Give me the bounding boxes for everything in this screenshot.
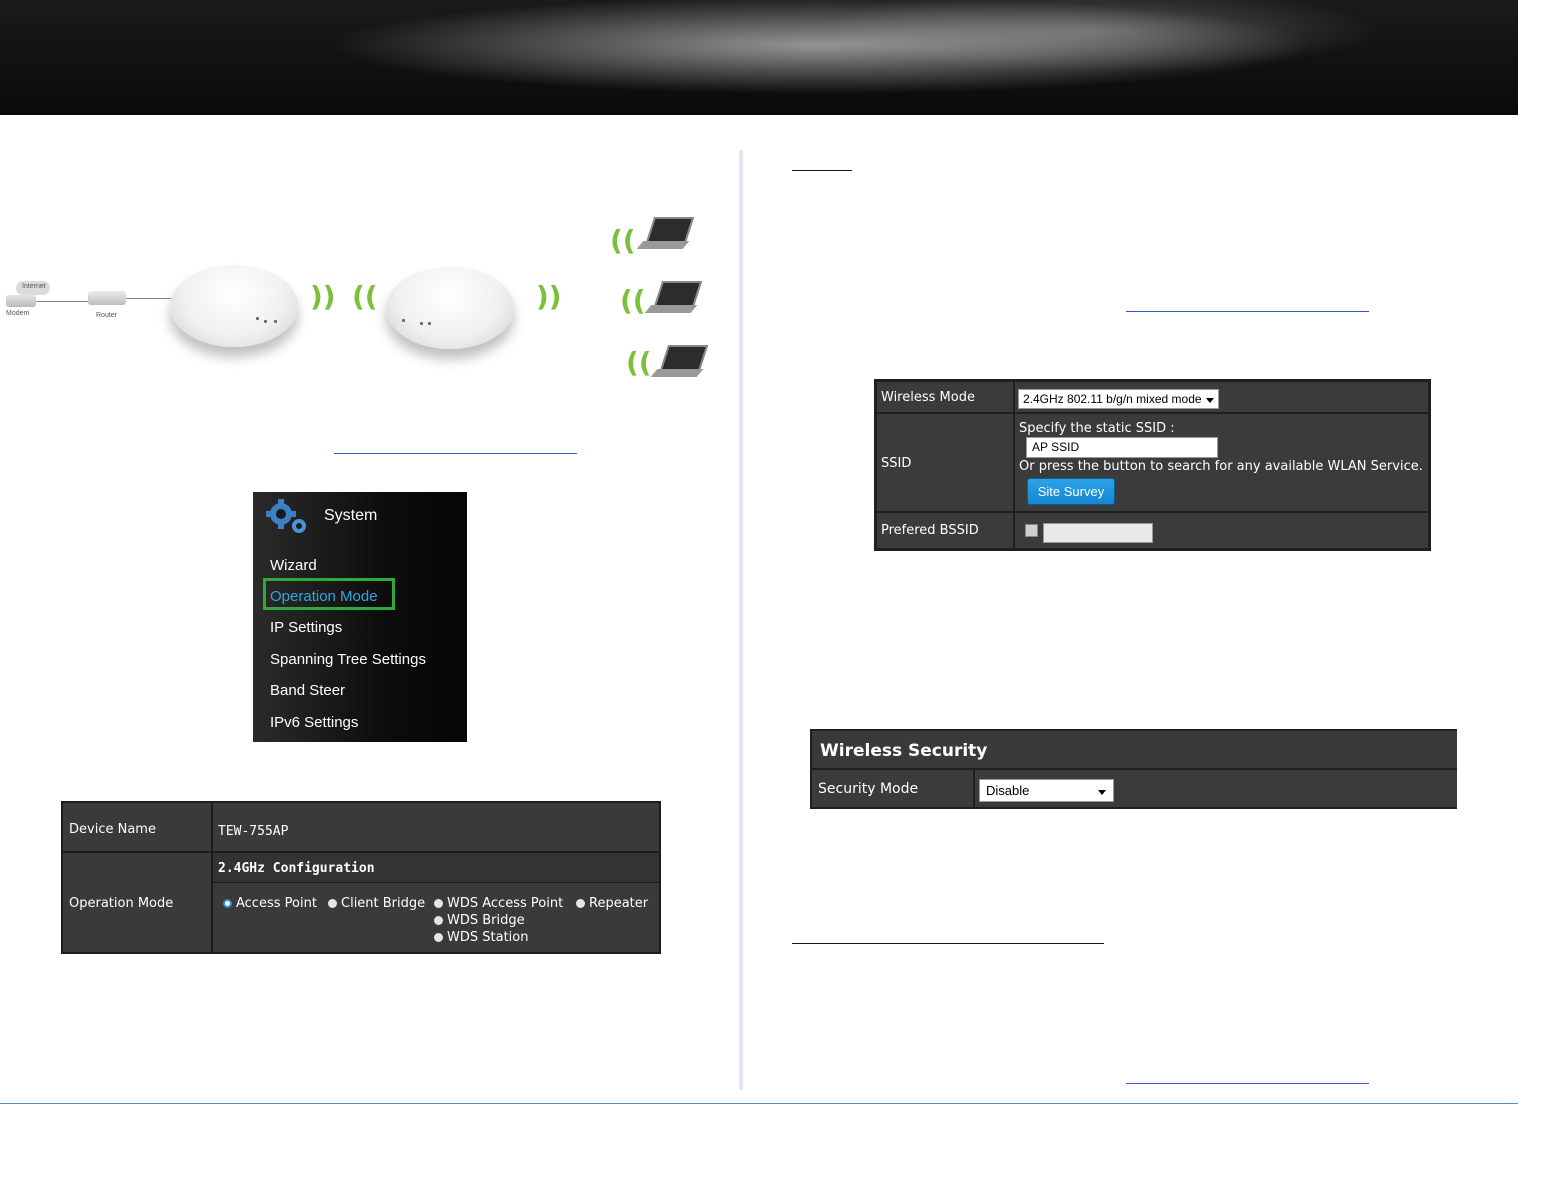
wireless-mode-label: Wireless Mode — [881, 390, 975, 405]
bssid-input[interactable] — [1043, 523, 1153, 543]
table-divider — [213, 882, 659, 883]
router-label: Router — [96, 312, 118, 319]
wireless-security-panel: Wireless Security Security Mode Disable — [810, 729, 1457, 809]
menu-item-band-steer[interactable]: Band Steer — [270, 682, 345, 699]
ssid-hint: Specify the static SSID : — [1019, 421, 1175, 436]
bssid-checkbox[interactable] — [1025, 524, 1038, 537]
hyperlink-underline[interactable] — [1126, 311, 1369, 312]
connector-line — [126, 298, 172, 299]
table-divider — [1013, 379, 1015, 551]
column-divider — [738, 150, 744, 1090]
security-mode-value: Disable — [986, 783, 1030, 798]
site-survey-button[interactable]: Site Survey — [1027, 478, 1115, 505]
bssid-label: Prefered BSSID — [881, 523, 979, 538]
wireless-signal-icon: (( — [352, 280, 378, 313]
radio-icon[interactable] — [434, 916, 443, 925]
mode-label: WDS Access Point — [447, 896, 564, 911]
wireless-signal-icon: )) — [310, 280, 336, 313]
radio-icon[interactable] — [434, 899, 443, 908]
laptop-base — [636, 241, 690, 249]
mode-label: WDS Station — [447, 930, 529, 945]
radio-icon[interactable] — [576, 899, 585, 908]
laptop-icon — [645, 217, 695, 243]
gear-icon — [266, 499, 306, 533]
router-icon — [88, 291, 126, 305]
heading-underline — [792, 170, 852, 171]
modem-label: Modem — [6, 310, 30, 317]
mode-option-repeater[interactable]: Repeater — [576, 896, 648, 911]
system-menu: System Wizard Operation Mode IP Settings… — [253, 492, 467, 742]
security-mode-select[interactable]: Disable — [979, 779, 1114, 802]
security-header: Wireless Security — [820, 741, 988, 761]
menu-title: System — [324, 507, 378, 524]
wireless-settings-table: Wireless Mode 2.4GHz 802.11 b/g/n mixed … — [874, 379, 1431, 551]
ssid-value: AP SSID — [1032, 440, 1080, 454]
mode-option-wds-access-point[interactable]: WDS Access Point — [434, 896, 563, 911]
wireless-signal-icon: (( — [626, 346, 652, 379]
wireless-signal-icon: (( — [610, 224, 636, 257]
security-mode-label: Security Mode — [818, 781, 919, 797]
ssid-label: SSID — [881, 456, 912, 471]
mode-label: Access Point — [236, 896, 317, 911]
wireless-signal-icon: (( — [620, 284, 646, 317]
mode-option-wds-station[interactable]: WDS Station — [434, 930, 528, 945]
operation-mode-label: Operation Mode — [69, 896, 174, 911]
wireless-mode-value: 2.4GHz 802.11 b/g/n mixed mode — [1023, 392, 1202, 406]
laptop-base — [644, 305, 698, 313]
connector-line — [36, 301, 88, 302]
mode-label: Repeater — [589, 896, 649, 911]
mode-option-access-point[interactable]: Access Point — [223, 896, 317, 911]
network-diagram: Internet Modem Router )) (( )) (( (( (( — [0, 205, 720, 395]
mode-label: WDS Bridge — [447, 913, 525, 928]
radio-icon[interactable] — [328, 899, 337, 908]
footer-rule — [0, 1103, 1518, 1104]
mode-label: Client Bridge — [341, 896, 426, 911]
wireless-signal-icon: )) — [536, 280, 562, 313]
operation-mode-table: Device Name TEW-755AP Operation Mode 2.4… — [61, 801, 661, 954]
ssid-note: Or press the button to search for any av… — [1019, 459, 1423, 474]
laptop-icon — [659, 345, 709, 371]
menu-item-ip-settings[interactable]: IP Settings — [270, 619, 342, 636]
menu-item-wizard[interactable]: Wizard — [270, 557, 317, 574]
mode-option-wds-bridge[interactable]: WDS Bridge — [434, 913, 525, 928]
section-heading-underline — [792, 943, 1104, 944]
hyperlink-underline-left[interactable] — [334, 453, 577, 454]
menu-item-spanning-tree[interactable]: Spanning Tree Settings — [270, 651, 426, 668]
header-banner — [0, 0, 1518, 115]
radio-icon[interactable] — [434, 933, 443, 942]
device-name-label: Device Name — [69, 822, 156, 837]
internet-label: Internet — [22, 283, 46, 290]
access-point-device-icon — [170, 265, 298, 347]
chevron-down-icon — [1206, 398, 1214, 403]
ssid-input[interactable]: AP SSID — [1026, 437, 1218, 458]
radio-selected-icon[interactable] — [223, 899, 232, 908]
menu-item-ipv6-settings[interactable]: IPv6 Settings — [270, 714, 358, 731]
modem-icon — [6, 295, 36, 307]
laptop-icon — [653, 281, 703, 307]
chevron-down-icon — [1098, 790, 1106, 795]
menu-item-operation-mode[interactable]: Operation Mode — [270, 588, 378, 605]
laptop-base — [650, 369, 704, 377]
access-point-device-icon — [386, 267, 514, 349]
device-name-value: TEW-755AP — [218, 824, 289, 839]
mode-option-client-bridge[interactable]: Client Bridge — [328, 896, 425, 911]
hyperlink-underline-bottom[interactable] — [1126, 1083, 1369, 1084]
wireless-mode-select[interactable]: 2.4GHz 802.11 b/g/n mixed mode — [1018, 389, 1219, 409]
config-header: 2.4GHz Configuration — [218, 861, 375, 876]
